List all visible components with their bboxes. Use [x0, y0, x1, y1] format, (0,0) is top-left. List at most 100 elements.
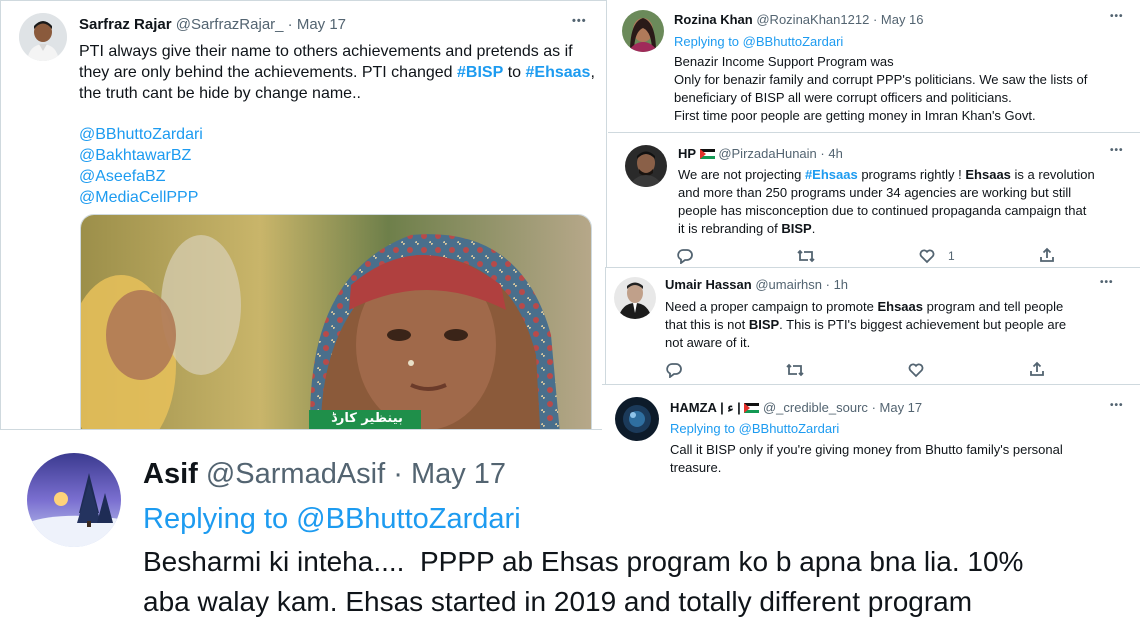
mention-link[interactable]: @MediaCellPPP: [79, 187, 595, 208]
author-name[interactable]: HP: [678, 146, 696, 161]
reply-button[interactable]: [666, 362, 682, 378]
highlight-text: Ehsaas: [877, 299, 924, 314]
tweet-line: aba walay kam. Ehsas started in 2019 and…: [143, 586, 973, 617]
text-segment: . This is PTI's biggest achievement but …: [779, 317, 1067, 332]
tweet-line: Benazir Income Support Program was: [674, 54, 894, 69]
tweet-line: Only for benazir family and corrupt PPP'…: [674, 72, 1088, 87]
tweet-sarfraz[interactable]: Sarfraz Rajar @SarfrazRajar_ · May 17 ••…: [0, 0, 607, 430]
text-segment: they are only behind the achievements. P…: [79, 64, 458, 81]
tweet-text: Need a proper campaign to promote Ehsaas…: [665, 298, 1066, 352]
share-icon: [1030, 361, 1044, 376]
text-segment: that this is not: [665, 317, 749, 332]
retweet-icon: [786, 363, 804, 377]
heart-icon: [908, 363, 924, 378]
like-button[interactable]: [908, 362, 924, 378]
reply-mention-link[interactable]: @BBhuttoZardari: [743, 34, 844, 49]
text-segment: We are not projecting: [678, 167, 805, 182]
tweet-text: Benazir Income Support Program was Only …: [674, 53, 1087, 125]
author-handle[interactable]: @SarmadAsif: [206, 458, 385, 490]
tweet-line: not aware of it.: [665, 335, 751, 350]
text-segment: .: [811, 221, 816, 236]
author-handle[interactable]: @PirzadaHunain: [718, 146, 816, 161]
avatar-hp[interactable]: [625, 145, 667, 187]
share-button[interactable]: [1029, 361, 1045, 377]
more-icon[interactable]: •••: [1110, 400, 1124, 411]
tweet-date[interactable]: · 1h: [826, 277, 848, 292]
tweet-image[interactable]: بینظیر کارڈ: [80, 214, 592, 429]
share-icon: [1040, 247, 1054, 262]
retweet-icon: [797, 249, 815, 263]
text-segment: ,: [590, 64, 595, 81]
replying-label: Replying to: [143, 503, 297, 535]
author-handle[interactable]: @SarfrazRajar_: [176, 16, 284, 33]
author-name[interactable]: Rozina Khan: [674, 12, 753, 27]
tweet-line: people has misconception due to continue…: [678, 203, 1087, 218]
tweet-umair[interactable]: Umair Hassan @umairhsn · 1h ••• Need a p…: [605, 267, 1140, 384]
avatar-rozina[interactable]: [622, 10, 664, 52]
avatar-asif[interactable]: [27, 453, 121, 547]
reply-button[interactable]: [677, 248, 693, 264]
like-count: 1: [948, 249, 955, 263]
tweet-date[interactable]: · May 17: [393, 458, 506, 490]
tweet-text: PTI always give their name to others ach…: [79, 41, 595, 208]
tweet-asif-content: Asif @SarmadAsif · May 17 Replying to @B…: [0, 431, 1140, 641]
author-name[interactable]: Asif: [143, 458, 198, 490]
text-segment: to: [503, 64, 526, 81]
tweet-line: that this is not BISP. This is PTI's big…: [665, 316, 1066, 334]
author-handle[interactable]: @umairhsn: [755, 277, 822, 292]
tweet-line: First time poor people are getting money…: [674, 108, 1036, 123]
retweet-button[interactable]: [786, 362, 804, 378]
tweet-date[interactable]: · May 17: [288, 16, 346, 33]
text-segment: programs rightly !: [857, 167, 966, 182]
reply-icon: [677, 249, 693, 264]
mention-link[interactable]: @AseefaBZ: [79, 166, 595, 187]
author-name[interactable]: Umair Hassan: [665, 277, 752, 292]
heart-icon: [919, 249, 935, 264]
author-name[interactable]: Sarfraz Rajar: [79, 16, 172, 33]
tweet-line: Besharmi ki inteha.... PPPP ab Ehsas pro…: [143, 546, 1024, 577]
more-icon[interactable]: •••: [1110, 145, 1124, 156]
author-name[interactable]: HAMZA | ء |: [670, 400, 741, 415]
highlight-text: Ehsaas: [965, 167, 1011, 182]
tweet-line: beneficiary of BISP all were corrupt off…: [674, 90, 1012, 105]
image-caption: بینظیر کارڈ: [331, 411, 403, 426]
tweet-date[interactable]: · May 17: [872, 400, 923, 415]
tweet-text: Besharmi ki inteha.... PPPP ab Ehsas pro…: [143, 542, 1023, 622]
palestine-flag-icon: [699, 149, 715, 159]
replying-to: Replying to @BBhuttoZardari: [674, 34, 843, 49]
mention-link[interactable]: @BakhtawarBZ: [79, 145, 595, 166]
tweet-hp[interactable]: HP @PirzadaHunain · 4h ••• We are not pr…: [608, 132, 1140, 270]
author-handle[interactable]: @_credible_sourc: [763, 400, 868, 415]
avatar-sarfraz[interactable]: [19, 13, 67, 61]
text-segment: it is rebranding of: [678, 221, 782, 236]
tweet-line: We are not projecting #Ehsaas programs r…: [678, 166, 1095, 184]
hashtag-ehsaas[interactable]: #Ehsaas: [526, 64, 591, 81]
tweet-line: it is rebranding of BISP.: [678, 220, 1095, 238]
highlight-text: BISP: [748, 317, 780, 332]
palestine-flag-icon: [744, 403, 760, 413]
hashtag-ehsaas[interactable]: #Ehsaas: [805, 167, 858, 182]
more-icon[interactable]: •••: [572, 15, 587, 27]
tweet-line: and more than 250 programs under 34 agen…: [678, 185, 1072, 200]
author-handle[interactable]: @RozinaKhan1212: [756, 12, 869, 27]
text-segment: program and tell people: [923, 299, 1064, 314]
tweet-line: PTI always give their name to others ach…: [79, 43, 573, 60]
more-icon[interactable]: •••: [1100, 277, 1114, 288]
hashtag-bisp[interactable]: #BISP: [457, 64, 503, 81]
tweet-date[interactable]: · 4h: [820, 146, 842, 161]
mention-link[interactable]: @BBhuttoZardari: [79, 124, 595, 145]
reply-icon: [666, 363, 682, 378]
share-button[interactable]: [1039, 247, 1055, 263]
text-segment: is a revolution: [1010, 167, 1095, 182]
text-segment: Need a proper campaign to promote: [665, 299, 878, 314]
tweet-text: We are not projecting #Ehsaas programs r…: [678, 166, 1095, 238]
avatar-umair[interactable]: [614, 277, 656, 319]
more-icon[interactable]: •••: [1110, 11, 1124, 22]
reply-mention-link[interactable]: @BBhuttoZardari: [296, 503, 520, 535]
tweet-date[interactable]: · May 16: [873, 12, 924, 27]
tweet-line: the truth cant be hide by change name..: [79, 85, 361, 102]
retweet-button[interactable]: [797, 248, 815, 264]
like-button[interactable]: 1: [919, 248, 955, 264]
tweet-rozina[interactable]: Rozina Khan @RozinaKhan1212 · May 16 •••…: [608, 0, 1140, 132]
highlight-text: BISP: [781, 221, 812, 236]
